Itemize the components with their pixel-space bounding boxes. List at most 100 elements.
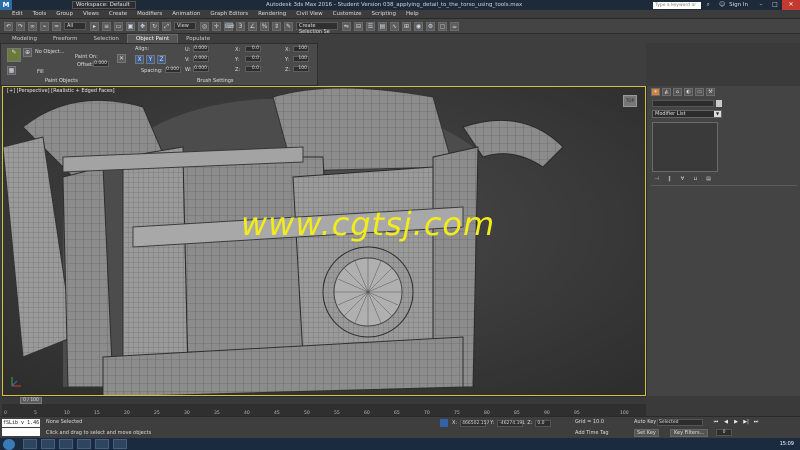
curve-editor-icon[interactable]: ∿ — [390, 21, 399, 31]
edit-named-sets-icon[interactable]: ✎ — [284, 21, 293, 31]
spinner-snap-icon[interactable]: ⇕ — [272, 21, 281, 31]
paint-stroke-icon[interactable]: ✕ — [117, 54, 126, 63]
go-to-start-icon[interactable]: ⏮ — [712, 419, 720, 426]
spacing-field[interactable]: 0.000 — [165, 67, 181, 73]
rotate-icon[interactable]: ↻ — [150, 21, 159, 31]
percent-snap-icon[interactable]: % — [260, 21, 269, 31]
close-button[interactable]: ✕ — [782, 0, 800, 10]
maxscript-mini-listener[interactable]: fSLib v 1.46 — [2, 419, 40, 427]
maximize-button[interactable]: □ — [768, 0, 782, 10]
undo-icon[interactable]: ↶ — [4, 21, 13, 31]
select-object-icon[interactable]: ▸ — [90, 21, 99, 31]
scale-y-field[interactable]: 100 — [293, 56, 309, 62]
taskbar-app-icon[interactable] — [113, 439, 127, 449]
key-selection-dropdown[interactable]: Selected — [657, 419, 703, 426]
track-bar[interactable]: 0 5 10 15 20 25 30 35 40 45 50 55 60 65 … — [2, 404, 646, 416]
no-object-dropdown[interactable]: No Object... — [35, 49, 64, 55]
link-icon[interactable]: ∞ — [28, 21, 37, 31]
taskbar-app-icon[interactable] — [23, 439, 37, 449]
material-editor-icon[interactable]: ◉ — [414, 21, 423, 31]
taskbar-app-icon[interactable] — [59, 439, 73, 449]
menu-customize[interactable]: Customize — [333, 11, 362, 17]
select-by-name-icon[interactable]: ≡ — [102, 21, 111, 31]
key-filters-button[interactable]: Key Filters... — [670, 429, 709, 437]
show-end-result-icon[interactable]: ‖ — [665, 176, 674, 183]
move-icon[interactable]: ✥ — [138, 21, 147, 31]
viewport-label-menu[interactable]: [+] [Perspective] [Realistic + Edged Fac… — [7, 88, 115, 94]
tab-selection[interactable]: Selection — [86, 35, 127, 43]
start-button-icon[interactable] — [3, 438, 15, 450]
angle-snap-icon[interactable]: ∠ — [248, 21, 257, 31]
tab-object-paint[interactable]: Object Paint — [126, 34, 179, 43]
create-tab-icon[interactable]: ✶ — [651, 88, 660, 96]
x-coord-field[interactable]: 466502.157 — [460, 419, 489, 427]
brush-settings-panel-label[interactable]: Brush Settings — [197, 78, 234, 85]
menu-civil-view[interactable]: Civil View — [296, 11, 322, 17]
menu-animation[interactable]: Animation — [172, 11, 200, 17]
rect-selection-icon[interactable]: ▭ — [114, 21, 123, 31]
menu-tools[interactable]: Tools — [33, 11, 47, 17]
object-color-swatch[interactable] — [716, 100, 722, 107]
hierarchy-tab-icon[interactable]: ⌂ — [673, 88, 682, 96]
object-name-field[interactable] — [652, 100, 714, 107]
select-manipulate-icon[interactable]: ✛ — [212, 21, 221, 31]
fill-label[interactable]: Fill — [37, 69, 44, 75]
menu-edit[interactable]: Edit — [12, 11, 23, 17]
align-x-icon[interactable]: X — [135, 55, 144, 64]
align-z-icon[interactable]: Z — [157, 55, 166, 64]
scale-x-field[interactable]: 100 — [293, 46, 309, 52]
go-to-end-icon[interactable]: ⏭ — [752, 419, 760, 426]
w-field[interactable]: 0.000 — [193, 66, 209, 72]
tab-freeform[interactable]: Freeform — [45, 35, 86, 43]
menu-create[interactable]: Create — [109, 11, 127, 17]
tab-populate[interactable]: Populate — [178, 35, 218, 43]
rot-y-field[interactable]: 0.0 — [245, 56, 261, 62]
z-coord-field[interactable]: 0.0 — [535, 419, 552, 427]
workspace-dropdown[interactable]: Workspace: Default — [72, 1, 136, 9]
play-icon[interactable]: ▶ — [732, 419, 740, 426]
taskbar-app-icon[interactable] — [77, 439, 91, 449]
time-slider[interactable]: 0 / 100 — [2, 396, 646, 404]
set-key-button[interactable]: Set Key — [634, 429, 659, 437]
user-icon[interactable]: ☺ — [718, 1, 726, 9]
selection-filter-dropdown[interactable]: All — [64, 22, 86, 30]
offset-field[interactable]: 0.000 — [93, 61, 109, 67]
rendered-frame-icon[interactable]: ▢ — [438, 21, 447, 31]
menu-views[interactable]: Views — [83, 11, 99, 17]
previous-frame-icon[interactable]: ◀ — [722, 419, 730, 426]
menu-scripting[interactable]: Scripting — [372, 11, 396, 17]
maxscript-output[interactable] — [2, 428, 40, 436]
current-frame-field[interactable]: 0 — [716, 429, 732, 436]
graphite-toggle-icon[interactable]: ▤ — [378, 21, 387, 31]
add-time-tag-button[interactable]: Add Time Tag — [575, 430, 609, 436]
render-icon[interactable]: ☕ — [450, 21, 459, 31]
pin-stack-icon[interactable]: ⊣ — [652, 176, 661, 183]
menu-graph-editors[interactable]: Graph Editors — [210, 11, 248, 17]
v-field[interactable]: 0.000 — [193, 56, 209, 62]
utilities-tab-icon[interactable]: ⚒ — [706, 88, 715, 96]
u-field[interactable]: 0.000 — [193, 46, 209, 52]
time-slider-handle[interactable]: 0 / 100 — [20, 397, 42, 404]
modify-tab-icon[interactable]: ◭ — [662, 88, 671, 96]
mirror-icon[interactable]: ⇋ — [342, 21, 351, 31]
layer-explorer-icon[interactable]: ☰ — [366, 21, 375, 31]
tab-modeling[interactable]: Modeling — [4, 35, 45, 43]
menu-group[interactable]: Group — [56, 11, 73, 17]
auto-key-button[interactable]: Auto Key — [634, 419, 656, 425]
window-crossing-icon[interactable]: ▣ — [126, 21, 135, 31]
menu-help[interactable]: Help — [406, 11, 419, 17]
configure-modifier-sets-icon[interactable]: ▤ — [704, 176, 713, 183]
sign-in-link[interactable]: Sign In — [729, 2, 748, 8]
schematic-view-icon[interactable]: ⊞ — [402, 21, 411, 31]
paint-brush-icon[interactable]: ✎ — [7, 48, 21, 62]
unlink-icon[interactable]: ⌁ — [40, 21, 49, 31]
display-tab-icon[interactable]: ▭ — [695, 88, 704, 96]
selection-lock-icon[interactable] — [440, 419, 448, 427]
search-input[interactable]: Type a keyword or phrase — [653, 1, 702, 15]
rot-x-field[interactable]: 0.0 — [245, 46, 261, 52]
viewcube[interactable]: TOP — [623, 95, 637, 107]
reference-coord-dropdown[interactable]: View — [174, 22, 196, 30]
scale-icon[interactable]: ⤢ — [162, 21, 171, 31]
taskbar-app-icon[interactable] — [41, 439, 55, 449]
y-coord-field[interactable]: -46274.191 — [497, 419, 525, 427]
